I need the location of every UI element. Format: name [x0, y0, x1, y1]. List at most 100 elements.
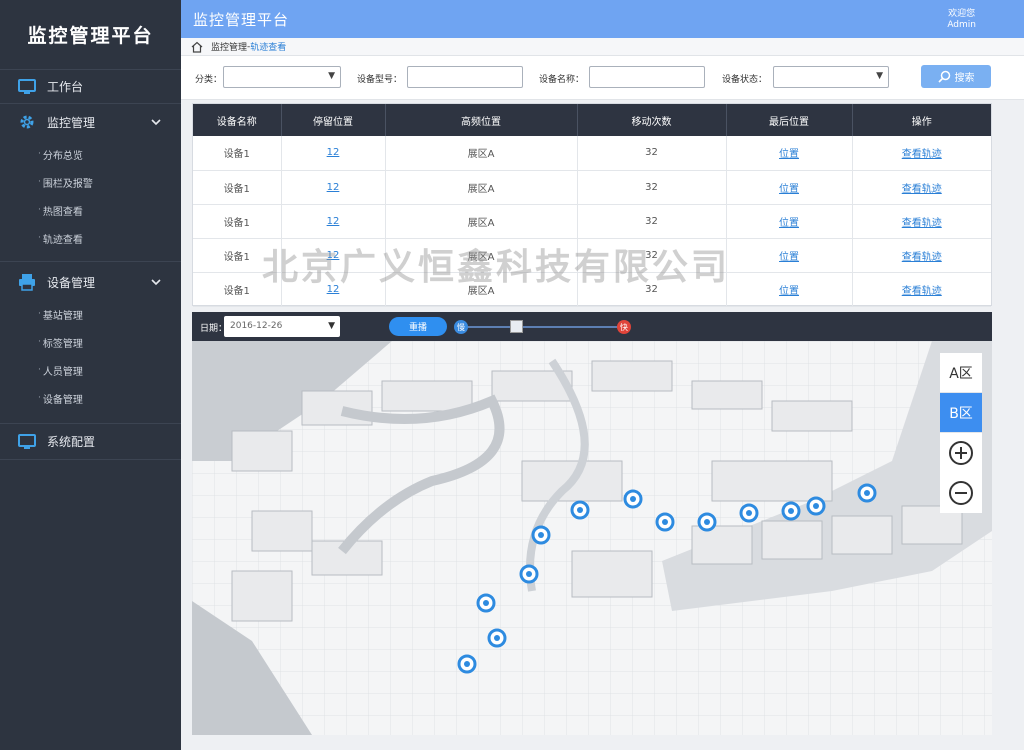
cell-frequent: 展区A — [385, 170, 578, 205]
view-trajectory-link[interactable]: 查看轨迹 — [902, 286, 942, 297]
stay-link[interactable]: 12 — [327, 216, 340, 227]
stay-link[interactable]: 12 — [327, 284, 340, 295]
cell-name: 设备1 — [193, 136, 282, 171]
welcome-text: 欢迎您 — [948, 9, 976, 19]
zone-b-button[interactable]: B区 — [940, 393, 982, 433]
sidebar-item-label: 系统配置 — [47, 435, 96, 449]
model-input[interactable] — [407, 66, 523, 88]
sidebar-group-label: 监控管理 — [47, 115, 96, 130]
sidebar-item-heatmap[interactable]: · 热图查看 — [0, 196, 181, 224]
sidebar-group-device[interactable]: 设备管理 — [0, 264, 181, 300]
sidebar: 监控管理平台 工作台 监控管理 · 分布总览 · 围栏及报警 · 热图查看 · 轨迹查看… — [0, 0, 181, 750]
view-trajectory-link[interactable]: 查看轨迹 — [902, 252, 942, 263]
bullet-icon: · — [38, 309, 41, 319]
search-icon — [937, 70, 950, 83]
sidebar-item-workbench[interactable]: 工作台 — [0, 70, 181, 104]
category-select[interactable]: ▼ — [223, 66, 341, 88]
speed-slider-handle[interactable] — [510, 320, 523, 333]
gear-icon — [20, 115, 34, 129]
location-link[interactable]: 位置 — [779, 218, 799, 229]
caret-down-icon: ▼ — [328, 321, 335, 331]
col-header: 高频位置 — [385, 104, 578, 136]
sidebar-item-personnel[interactable]: · 人员管理 — [0, 356, 181, 384]
fast-label: 快 — [620, 322, 628, 332]
device-table: 设备名称 停留位置 高频位置 移动次数 最后位置 操作 设备1 12 展区A 3… — [192, 103, 992, 307]
zone-b-label: B区 — [949, 405, 973, 422]
date-label: 日期： — [200, 324, 228, 334]
date-select[interactable]: 2016-12-26 ▼ — [224, 316, 340, 337]
table-row: 设备1 12 展区A 32 位置 查看轨迹 — [193, 136, 991, 171]
col-header: 操作 — [911, 116, 932, 128]
stay-link[interactable]: 12 — [327, 250, 340, 261]
sidebar-item-trajectory[interactable]: · 轨迹查看 — [0, 224, 181, 252]
cell-action: 查看轨迹 — [852, 136, 991, 171]
col-header: 移动次数 — [577, 104, 727, 136]
location-link[interactable]: 位置 — [779, 286, 799, 297]
name-label: 设备名称： — [539, 75, 585, 85]
status-select[interactable]: ▼ — [773, 66, 889, 88]
sidebar-item-label: 工作台 — [47, 80, 84, 94]
date-value: 2016-12-26 — [230, 321, 283, 331]
sidebar-item-system-config[interactable]: 系统配置 — [0, 424, 181, 460]
home-icon[interactable] — [191, 41, 203, 53]
view-trajectory-link[interactable]: 查看轨迹 — [902, 149, 942, 160]
cell-frequent: 展区A — [385, 204, 578, 239]
view-trajectory-link[interactable]: 查看轨迹 — [902, 218, 942, 229]
replay-button[interactable]: 重播 — [389, 317, 447, 336]
location-link[interactable]: 位置 — [779, 252, 799, 263]
location-link[interactable]: 位置 — [779, 149, 799, 160]
breadcrumb-current: 轨迹查看 — [250, 43, 287, 53]
zone-panel: A区 B区 — [940, 353, 982, 513]
zoom-in-button[interactable] — [940, 433, 982, 473]
stay-link[interactable]: 12 — [327, 147, 340, 158]
cell-action: 查看轨迹 — [852, 272, 991, 307]
floor-map[interactable]: A区 B区 — [192, 341, 992, 735]
sidebar-item-tags[interactable]: · 标签管理 — [0, 328, 181, 356]
cell-last: 位置 — [726, 170, 853, 205]
status-label: 设备状态： — [722, 75, 768, 85]
bullet-icon: · — [38, 365, 41, 375]
cell-stay: 12 — [281, 238, 386, 273]
cell-moves: 32 — [577, 272, 727, 307]
table-row: 设备1 12 展区A 32 位置 查看轨迹 — [193, 272, 991, 307]
speed-slider-track[interactable] — [462, 326, 622, 328]
chevron-down-icon — [151, 279, 161, 286]
top-header: 监控管理平台 欢迎您 Admin — [181, 0, 1024, 38]
fast-button[interactable]: 快 — [617, 320, 631, 334]
slow-button[interactable]: 慢 — [454, 320, 468, 334]
user-info[interactable]: 欢迎您 Admin — [947, 9, 976, 31]
sidebar-item-distribution[interactable]: · 分布总览 — [0, 140, 181, 168]
name-input[interactable] — [589, 66, 705, 88]
sidebar-item-label: 轨迹查看 — [42, 234, 83, 246]
breadcrumb: 监控管理 - 轨迹查看 — [181, 38, 1024, 56]
zoom-out-button[interactable] — [940, 473, 982, 513]
zone-a-button[interactable]: A区 — [940, 353, 982, 393]
cell-name: 设备1 — [193, 238, 282, 273]
floor-plan-image — [192, 341, 992, 735]
cell-frequent: 展区A — [385, 238, 578, 273]
breadcrumb-parent[interactable]: 监控管理 — [211, 40, 247, 53]
cell-name: 设备1 — [193, 272, 282, 307]
sidebar-item-fence[interactable]: · 围栏及报警 — [0, 168, 181, 196]
cell-action: 查看轨迹 — [852, 238, 991, 273]
cell-moves: 32 — [577, 136, 727, 171]
sidebar-group-monitor[interactable]: 监控管理 — [0, 104, 181, 140]
slow-label: 慢 — [457, 322, 465, 332]
sidebar-item-label: 人员管理 — [42, 366, 83, 378]
bullet-icon: · — [38, 177, 41, 187]
col-header: 最后位置 — [726, 104, 853, 136]
cell-last: 位置 — [726, 238, 853, 273]
sidebar-item-devices[interactable]: · 设备管理 — [0, 384, 181, 412]
username: Admin — [947, 20, 976, 30]
table-row: 设备1 12 展区A 32 位置 查看轨迹 — [193, 170, 991, 205]
cell-stay: 12 — [281, 204, 386, 239]
sidebar-item-label: 围栏及报警 — [42, 178, 93, 190]
cell-name: 设备1 — [193, 204, 282, 239]
search-button[interactable]: 搜索 — [921, 65, 991, 88]
stay-link[interactable]: 12 — [327, 182, 340, 193]
view-trajectory-link[interactable]: 查看轨迹 — [902, 184, 942, 195]
sidebar-item-basestation[interactable]: · 基站管理 — [0, 300, 181, 328]
table-row: 设备1 12 展区A 32 位置 查看轨迹 — [193, 238, 991, 273]
location-link[interactable]: 位置 — [779, 184, 799, 195]
printer-icon — [19, 274, 35, 291]
